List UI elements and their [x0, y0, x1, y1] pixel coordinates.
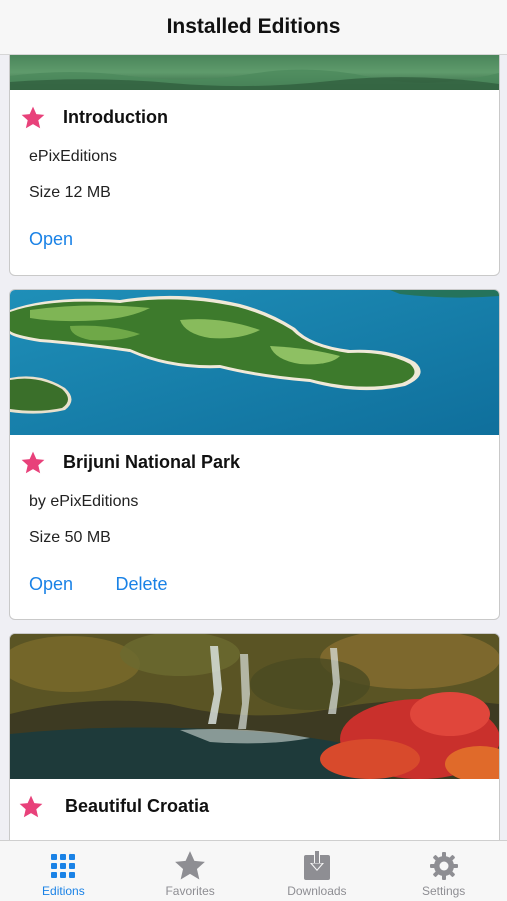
star-icon	[173, 849, 207, 883]
edition-title: Brijuni National Park	[63, 452, 241, 472]
edition-cover-image[interactable]	[10, 634, 499, 779]
edition-cover-image[interactable]	[10, 290, 499, 435]
edition-header: Beautiful Croatia	[10, 779, 499, 837]
tab-editions[interactable]: Editions	[0, 841, 126, 901]
open-button[interactable]: Open	[29, 229, 73, 250]
favorite-star-icon[interactable]	[20, 450, 46, 476]
tab-settings[interactable]: Settings	[381, 841, 507, 901]
nav-bar: Installed Editions	[0, 0, 507, 55]
edition-title: Beautiful Croatia	[65, 796, 210, 816]
edition-header: Brijuni National Park	[10, 435, 499, 493]
edition-size: Size 50 MB	[29, 529, 111, 546]
tab-label: Favorites	[165, 884, 215, 898]
tab-bar: Editions Favorites Downloads Settings	[0, 840, 507, 901]
edition-card: Beautiful Croatia	[9, 633, 500, 840]
page-title: Installed Editions	[166, 15, 341, 38]
edition-card: Brijuni National Park by ePixEditions Si…	[9, 289, 500, 620]
delete-button[interactable]: Delete	[116, 574, 168, 595]
edition-card: Introduction ePixEditions Size 12 MB Ope…	[9, 55, 500, 276]
editions-list[interactable]: Introduction ePixEditions Size 12 MB Ope…	[0, 55, 507, 840]
edition-header: Introduction	[10, 90, 499, 148]
tab-favorites[interactable]: Favorites	[127, 841, 253, 901]
edition-title: Introduction	[63, 107, 168, 127]
tab-label: Settings	[421, 884, 466, 898]
favorite-star-icon[interactable]	[18, 794, 44, 820]
download-icon	[300, 849, 334, 883]
edition-actions: Open Delete	[10, 574, 499, 595]
gear-icon	[427, 849, 461, 883]
edition-actions: Open	[10, 229, 499, 250]
tab-downloads[interactable]: Downloads	[254, 841, 380, 901]
edition-cover-image[interactable]	[10, 55, 499, 90]
favorite-star-icon[interactable]	[20, 105, 46, 131]
edition-publisher: by ePixEditions	[29, 493, 139, 510]
tab-label: Downloads	[287, 884, 347, 898]
grid-icon	[46, 849, 80, 883]
open-button[interactable]: Open	[29, 574, 73, 595]
edition-size: Size 12 MB	[29, 184, 111, 201]
edition-publisher: ePixEditions	[29, 148, 118, 165]
tab-label: Editions	[42, 884, 85, 898]
